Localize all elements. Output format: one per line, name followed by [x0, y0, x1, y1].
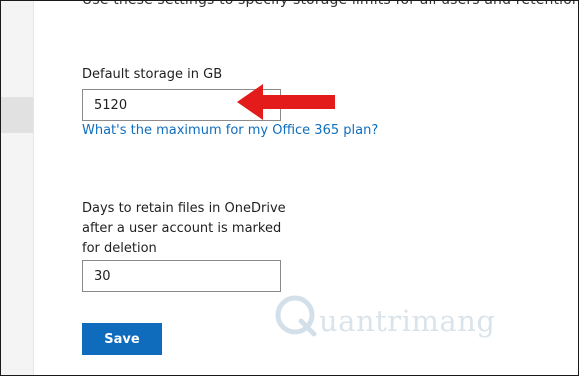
settings-panel: Use these settings to specify storage li… [0, 0, 579, 376]
office365-plan-link[interactable]: What's the maximum for my Office 365 pla… [82, 121, 378, 141]
retention-label: Days to retain files in OneDrive after a… [82, 201, 286, 256]
quantrimang-logo-icon [275, 295, 317, 337]
watermark-text: uantrimang [319, 304, 496, 338]
description-text: Use these settings to specify storage li… [82, 0, 579, 8]
storage-label: Default storage in GB [82, 67, 223, 82]
save-button[interactable]: Save [82, 323, 162, 355]
left-navigation-pane [1, 1, 34, 375]
retention-days-input[interactable] [82, 260, 281, 292]
selected-nav-item[interactable] [1, 97, 33, 133]
red-arrow-icon [237, 84, 335, 120]
